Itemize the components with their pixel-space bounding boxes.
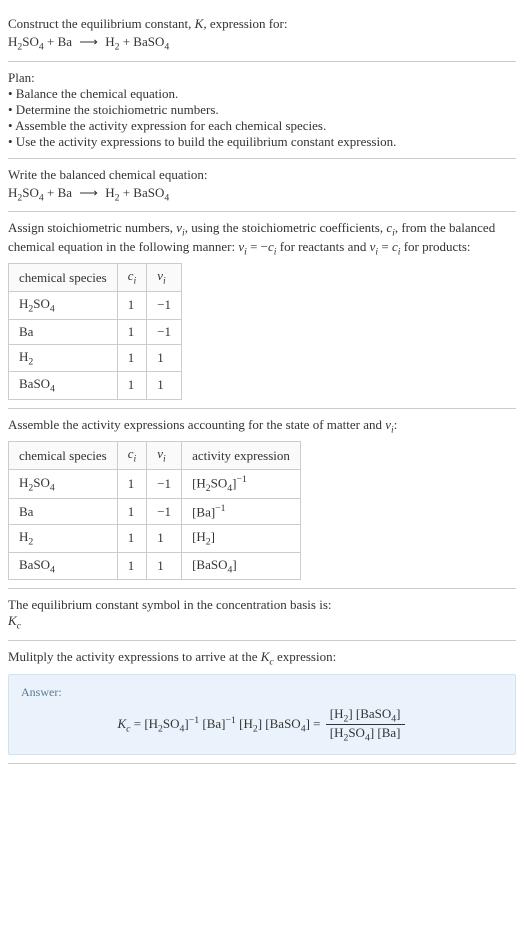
cell-v: 1: [147, 372, 182, 400]
col-c: ci: [117, 442, 147, 470]
balanced-equation: H2SO4 + Ba ⟶ H2 + BaSO4: [8, 185, 516, 204]
cell-v: −1: [147, 498, 182, 524]
col-species: chemical species: [9, 442, 118, 470]
stoich-table: chemical species ci νi H2SO4 1 −1 Ba 1 −…: [8, 263, 182, 399]
cell-expr: [Ba]−1: [182, 498, 301, 524]
stoich-header: Assign stoichiometric numbers, νi, using…: [8, 220, 516, 257]
cell-c: 1: [117, 552, 147, 580]
table-row: BaSO4 1 1: [9, 372, 182, 400]
cell-c: 1: [117, 319, 147, 344]
cell-species: Ba: [9, 319, 118, 344]
cell-species: BaSO4: [9, 372, 118, 400]
symbol-line1: The equilibrium constant symbol in the c…: [8, 597, 516, 613]
activity-header: Assemble the activity expressions accoun…: [8, 417, 516, 436]
answer-label: Answer:: [21, 685, 503, 700]
answer-box: Answer: Kc = [H2SO4]−1 [Ba]−1 [H2] [BaSO…: [8, 674, 516, 755]
col-species: chemical species: [9, 264, 118, 292]
table-row: Ba 1 −1 [Ba]−1: [9, 498, 301, 524]
cell-species: Ba: [9, 498, 118, 524]
cell-species: H2SO4: [9, 469, 118, 498]
cell-expr: [H2]: [182, 525, 301, 553]
cell-c: 1: [117, 498, 147, 524]
cell-v: 1: [147, 525, 182, 553]
cell-c: 1: [117, 525, 147, 553]
plan-item: • Use the activity expressions to build …: [8, 134, 516, 150]
multiply-header: Mulitply the activity expressions to arr…: [8, 649, 516, 668]
balanced-section: Write the balanced chemical equation: H2…: [8, 159, 516, 213]
plan-item: • Balance the chemical equation.: [8, 86, 516, 102]
table-row: H2SO4 1 −1 [H2SO4]−1: [9, 469, 301, 498]
intro-line: Construct the equilibrium constant, K, e…: [8, 16, 516, 32]
balanced-header: Write the balanced chemical equation:: [8, 167, 516, 183]
table-row: H2 1 1: [9, 344, 182, 372]
col-v: νi: [147, 442, 182, 470]
cell-c: 1: [117, 372, 147, 400]
table-header-row: chemical species ci νi: [9, 264, 182, 292]
multiply-section: Mulitply the activity expressions to arr…: [8, 641, 516, 764]
activity-section: Assemble the activity expressions accoun…: [8, 409, 516, 590]
cell-v: 1: [147, 344, 182, 372]
plan-item: • Determine the stoichiometric numbers.: [8, 102, 516, 118]
table-row: H2SO4 1 −1: [9, 291, 182, 319]
cell-species: H2: [9, 525, 118, 553]
cell-v: −1: [147, 319, 182, 344]
cell-v: −1: [147, 291, 182, 319]
cell-c: 1: [117, 344, 147, 372]
intro-section: Construct the equilibrium constant, K, e…: [8, 8, 516, 62]
answer-expression: Kc = [H2SO4]−1 [Ba]−1 [H2] [BaSO4] = [H2…: [21, 706, 503, 744]
table-row: H2 1 1 [H2]: [9, 525, 301, 553]
intro-equation: H2SO4 + Ba ⟶ H2 + BaSO4: [8, 34, 516, 53]
activity-table: chemical species ci νi activity expressi…: [8, 441, 301, 580]
table-header-row: chemical species ci νi activity expressi…: [9, 442, 301, 470]
cell-species: H2SO4: [9, 291, 118, 319]
col-v: νi: [147, 264, 182, 292]
cell-v: −1: [147, 469, 182, 498]
plan-item: • Assemble the activity expression for e…: [8, 118, 516, 134]
cell-species: H2: [9, 344, 118, 372]
symbol-section: The equilibrium constant symbol in the c…: [8, 589, 516, 641]
table-row: Ba 1 −1: [9, 319, 182, 344]
cell-c: 1: [117, 469, 147, 498]
cell-c: 1: [117, 291, 147, 319]
plan-section: Plan: • Balance the chemical equation. •…: [8, 62, 516, 159]
cell-v: 1: [147, 552, 182, 580]
symbol-kc: Kc: [8, 613, 516, 632]
col-c: ci: [117, 264, 147, 292]
stoich-section: Assign stoichiometric numbers, νi, using…: [8, 212, 516, 409]
cell-expr: [BaSO4]: [182, 552, 301, 580]
cell-species: BaSO4: [9, 552, 118, 580]
table-row: BaSO4 1 1 [BaSO4]: [9, 552, 301, 580]
cell-expr: [H2SO4]−1: [182, 469, 301, 498]
col-expr: activity expression: [182, 442, 301, 470]
plan-header: Plan:: [8, 70, 516, 86]
